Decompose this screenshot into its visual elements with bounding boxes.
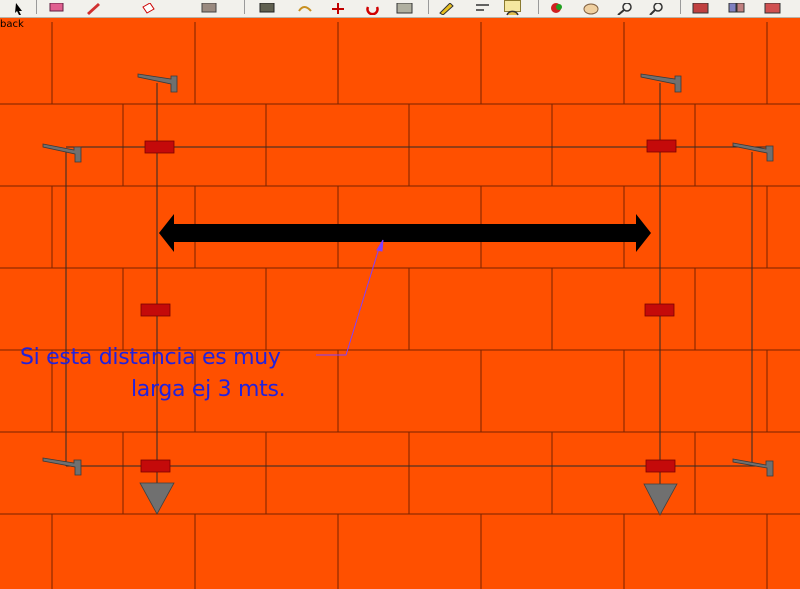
warehouse-icon [692,2,709,14]
marker-right-bottom [645,459,676,473]
share-model-icon [764,2,781,14]
corner-brackets [42,73,774,477]
protractor-button[interactable] [504,0,521,16]
share-model-button[interactable] [764,0,781,14]
scale-tool-button[interactable] [396,0,413,14]
move-tool-button[interactable] [330,0,347,14]
tape-measure-icon [439,2,454,16]
dimension-tool-button[interactable] [474,0,491,12]
plumb-right [643,483,678,516]
scale-icon [396,2,413,14]
zoom-tool-button[interactable] [616,0,633,16]
zoom-extents-button[interactable] [648,0,665,16]
paint-bucket-icon [142,2,155,14]
rectangle-icon [201,2,217,13]
sketchup-viewport[interactable]: back Si esta distancia es muy larga ej 3… [0,0,800,589]
marker-left-top [144,140,175,154]
pencil-tool-button[interactable] [84,0,101,15]
brick-wall [0,22,800,589]
components-button[interactable] [728,0,745,13]
toolbar-separator [36,0,37,14]
follow-me-button[interactable] [296,0,313,12]
pan-tool-button[interactable] [582,0,599,15]
modeling-canvas[interactable] [0,0,800,589]
annotation-line-1: Si esta distancia es muy [20,345,281,370]
bracket-mid-right [732,142,774,162]
annotation-line-2: larga ej 3 mts. [131,377,286,402]
pencil-icon [87,3,100,15]
dimension-icon [476,4,489,11]
follow-me-icon [298,6,312,12]
push-pull-icon [259,2,275,13]
distance-annotation: Si esta distancia es muy larga ej 3 mts. [20,342,320,406]
select-tool-button[interactable] [6,0,23,15]
move-icon [332,3,344,14]
bracket-mid-left [42,143,82,163]
toolbar-separator [680,0,681,14]
toolbar-separator [538,0,539,14]
rotate-icon [366,6,379,16]
sketchup-toolbar [0,0,800,18]
push-pull-button[interactable] [258,0,275,13]
marker-left-mid [140,303,171,317]
toolbar-partial-label: back [0,19,24,30]
zoom-extents-icon [649,2,663,16]
toolbar-separator [428,0,429,14]
marker-right-mid [644,303,675,317]
rectangle-tool-button[interactable] [200,0,217,13]
distance-arrow [159,214,651,252]
warehouse-button[interactable] [692,0,709,14]
bracket-top-right [640,73,682,93]
orbit-icon [551,3,562,13]
plumb-left [139,482,175,515]
toolbar-separator [244,0,245,14]
protractor-icon [506,10,519,16]
marker-right-top [646,139,677,153]
arrow-cursor-icon [15,3,22,15]
zoom-icon [617,2,632,16]
orbit-tool-button[interactable] [548,0,565,13]
paint-bucket-button[interactable] [140,0,157,14]
marker-left-bottom [140,459,171,473]
pan-hand-icon [583,3,599,15]
rotate-tool-button[interactable] [364,0,381,16]
bracket-bottom-left [42,457,82,476]
tape-measure-button[interactable] [438,0,455,16]
eraser-tool-button[interactable] [48,0,65,12]
eraser-icon [49,2,64,12]
bracket-bottom-right [732,458,774,477]
components-icon [728,2,745,13]
annotation-leader [316,239,384,356]
